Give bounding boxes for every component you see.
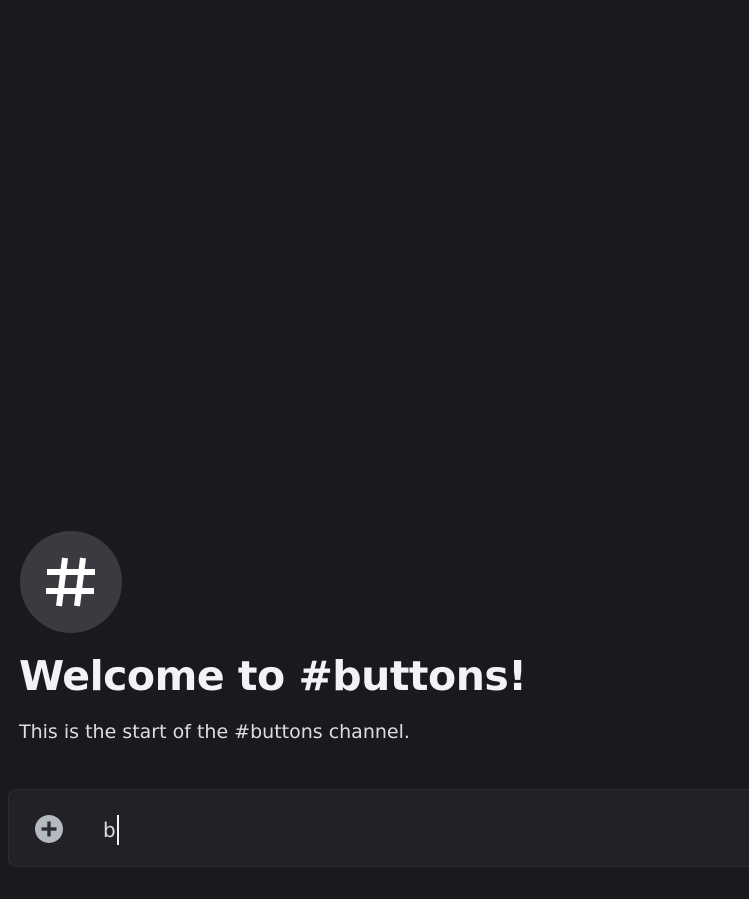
message-input[interactable]: b	[103, 814, 119, 846]
message-composer: b	[8, 789, 749, 867]
message-input-value: b	[103, 818, 116, 842]
text-caret	[116, 815, 119, 845]
plus-circle-icon	[41, 821, 57, 837]
hashtag-icon	[46, 557, 95, 607]
attach-button[interactable]	[35, 815, 63, 843]
welcome-title: Welcome to #buttons!	[19, 652, 527, 700]
welcome-subtitle: This is the start of the #buttons channe…	[19, 721, 410, 743]
channel-icon	[20, 531, 122, 633]
